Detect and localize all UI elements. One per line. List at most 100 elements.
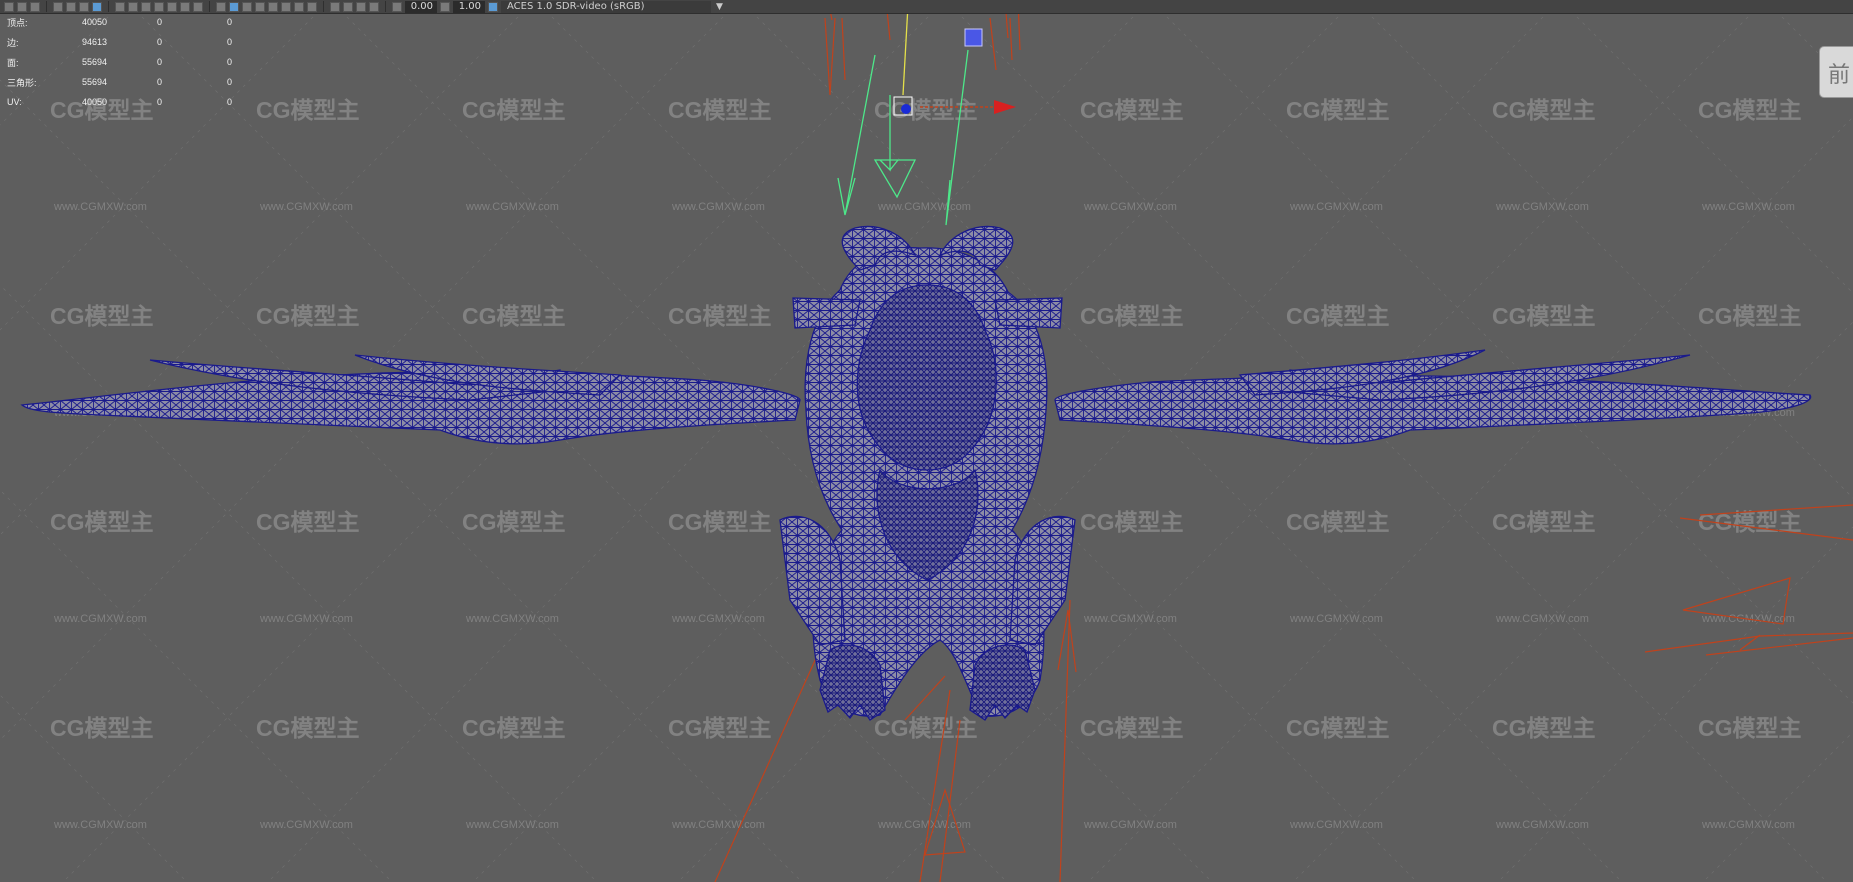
watermark-url: www.CGMXW.com: [1701, 201, 1795, 213]
watermark-url: www.CGMXW.com: [1495, 613, 1589, 625]
grid-line: [0, 0, 331, 331]
hud-value: 94613: [82, 37, 108, 47]
grid-line: [1087, 116, 1853, 882]
watermark-url: www.CGMXW.com: [53, 201, 147, 213]
watermark-logo: CG模型主: [1492, 509, 1596, 535]
exposure-icon[interactable]: [392, 1, 402, 12]
dragon-mesh[interactable]: [20, 226, 1812, 721]
textured-icon[interactable]: [255, 1, 265, 12]
watermark-logo: CG模型主: [50, 303, 154, 329]
field-chart-icon[interactable]: [167, 1, 177, 12]
isolate-select-icon[interactable]: [330, 1, 340, 12]
hud-label: 三角形:: [7, 77, 37, 88]
watermark-url: www.CGMXW.com: [1495, 201, 1589, 213]
grid-line: [1354, 0, 1853, 499]
watermark-logo: CG模型主: [1698, 303, 1802, 329]
viewport-3d[interactable]: CG模型主 www.CGMXW.com CG模型主 www.CGMXW.com CG模型…: [0, 0, 1853, 882]
safe-title-icon[interactable]: [193, 1, 203, 12]
watermark-logo: CG模型主: [1080, 509, 1184, 535]
camera-attributes-icon[interactable]: [17, 1, 27, 12]
hud-value: 0: [227, 37, 233, 47]
hud-label: 边:: [7, 37, 19, 48]
toolbar-divider: [46, 1, 47, 12]
default-material-icon[interactable]: [242, 1, 252, 12]
color-management-icon[interactable]: [488, 1, 498, 12]
watermark-logo: CG模型主: [1080, 303, 1184, 329]
screen-space-icon[interactable]: [307, 1, 317, 12]
shadows-icon[interactable]: [281, 1, 291, 12]
viewcube-front-label[interactable]: 前: [1819, 46, 1853, 98]
grid-icon[interactable]: [115, 1, 125, 12]
smooth-shade-icon[interactable]: [229, 1, 239, 12]
resolution-gate-icon[interactable]: [141, 1, 151, 12]
watermark-logo: CG模型主: [256, 303, 360, 329]
xray-icon[interactable]: [343, 1, 353, 12]
grid-line: [1764, 0, 1853, 89]
bookmark-icon[interactable]: [30, 1, 40, 12]
hud-row-vertices: 顶点: 40050 0 0: [7, 12, 267, 32]
hud-value: 0: [157, 97, 163, 107]
grid-line: [1702, 731, 1853, 882]
left-ear: [792, 297, 861, 329]
watermark-logo: CG模型主: [462, 303, 566, 329]
watermark-url: www.CGMXW.com: [1083, 613, 1177, 625]
exposure-field[interactable]: 0.00: [405, 0, 437, 13]
film-gate-icon[interactable]: [128, 1, 138, 12]
image-plane-icon[interactable]: [92, 1, 102, 12]
grid-line: [0, 0, 741, 741]
ambient-occlusion-icon[interactable]: [294, 1, 304, 12]
watermark-logo: CG模型主: [1286, 97, 1390, 123]
wireframe-icon[interactable]: [216, 1, 226, 12]
use-all-lights-icon[interactable]: [268, 1, 278, 12]
hud-row-edges: 边: 94613 0 0: [7, 32, 267, 52]
watermark-url: www.CGMXW.com: [1083, 819, 1177, 831]
watermark-url: www.CGMXW.com: [53, 819, 147, 831]
xray-joints-icon[interactable]: [356, 1, 366, 12]
watermark-logo: CG模型主: [1698, 97, 1802, 123]
grid-line: [944, 0, 1828, 882]
watermark-logo: CG模型主: [668, 97, 772, 123]
backface-culling-icon[interactable]: [369, 1, 379, 12]
pan-icon[interactable]: [66, 1, 76, 12]
camera-icon[interactable]: [4, 1, 14, 12]
watermark-logo: CG模型主: [50, 509, 154, 535]
gamma-field[interactable]: 1.00: [453, 0, 485, 13]
watermark-logo: CG模型主: [668, 715, 772, 741]
hud-value: 0: [227, 17, 233, 27]
hud-value: 0: [227, 97, 233, 107]
chevron-down-icon[interactable]: ▼: [716, 2, 723, 12]
hud-value: 0: [157, 17, 163, 27]
dragon-head: [856, 284, 997, 471]
grid-line: [1149, 0, 1853, 704]
hud-label: 顶点:: [7, 17, 28, 28]
toolbar-divider: [385, 1, 386, 12]
watermark-logo: CG模型主: [50, 715, 154, 741]
hud-label: 面:: [7, 57, 19, 68]
scene-canvas[interactable]: CG模型主 www.CGMXW.com CG模型主 www.CGMXW.com CG模型…: [0, 0, 1853, 882]
hud-value: 55694: [82, 77, 108, 87]
watermark-logo: CG模型主: [462, 97, 566, 123]
watermark-logo: CG模型主: [1080, 97, 1184, 123]
gate-mask-icon[interactable]: [154, 1, 164, 12]
watermark-url: www.CGMXW.com: [671, 613, 765, 625]
toolbar-divider: [323, 1, 324, 12]
safe-action-icon[interactable]: [180, 1, 190, 12]
hud-value: 0: [157, 37, 163, 47]
hud-label: UV:: [7, 97, 22, 107]
grid-line: [0, 0, 126, 126]
watermark-url: www.CGMXW.com: [53, 613, 147, 625]
watermark-url: www.CGMXW.com: [1289, 201, 1383, 213]
watermark-logo: CG模型主: [256, 509, 360, 535]
watermark-url: www.CGMXW.com: [877, 201, 971, 213]
zoom-icon[interactable]: [79, 1, 89, 12]
colorspace-select[interactable]: ACES 1.0 SDR-video (sRGB): [501, 0, 711, 13]
watermark-logo: CG模型主: [1286, 509, 1390, 535]
right-ear: [994, 297, 1063, 329]
grease-pencil-icon[interactable]: [53, 1, 63, 12]
watermark-logo: CG模型主: [462, 715, 566, 741]
hud-value: 0: [227, 77, 233, 87]
grid-line: [0, 79, 803, 882]
hud-row-triangles: 三角形: 55694 0 0: [7, 72, 267, 92]
gamma-icon[interactable]: [440, 1, 450, 12]
watermark-logo: CG模型主: [1492, 715, 1596, 741]
